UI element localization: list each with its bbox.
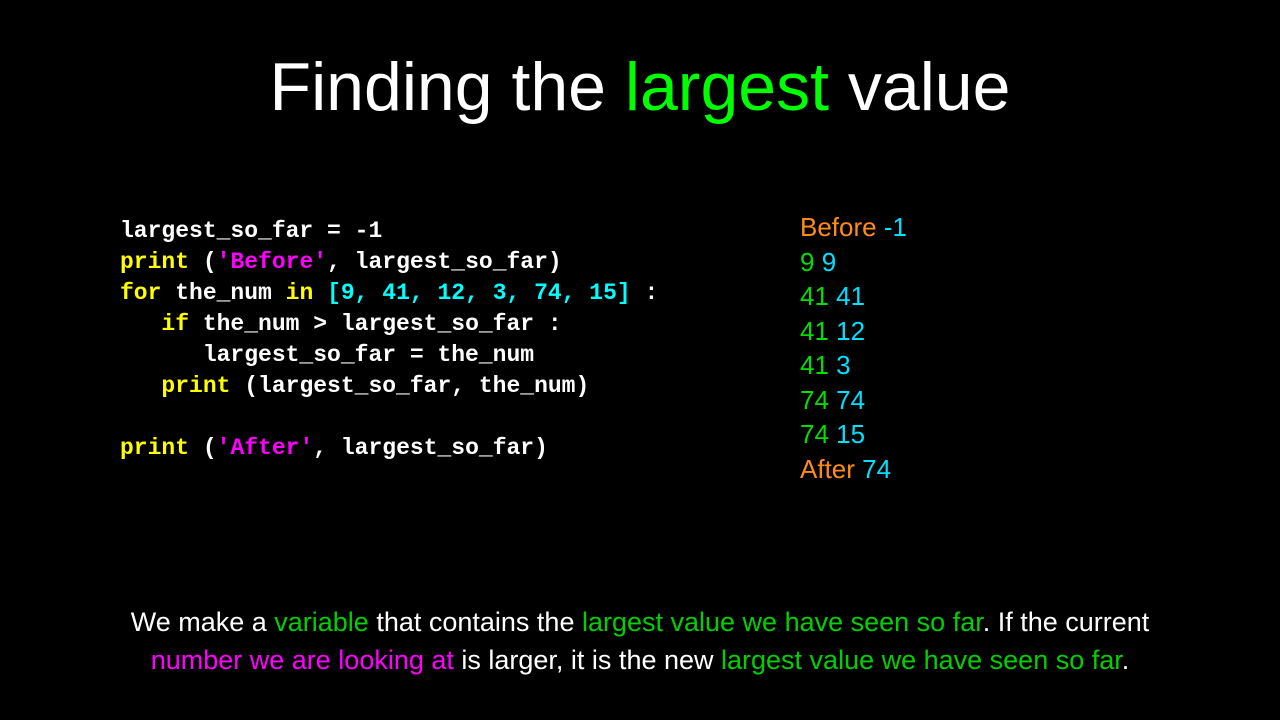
code-l3-in: in — [286, 280, 327, 306]
output-block: Before -1 9 9 41 41 41 12 41 3 74 74 74 … — [800, 210, 907, 487]
code-l8-p1: ( — [203, 435, 217, 461]
slide: Finding the largest value largest_so_far… — [0, 0, 1280, 720]
output-before-val: -1 — [884, 212, 907, 242]
cap-largest-1: largest value we have seen so far — [582, 607, 983, 637]
output-after-val: 74 — [862, 454, 891, 484]
title-text-pre: Finding the — [270, 49, 625, 125]
code-l8-comma: , — [313, 435, 341, 461]
code-l4-cond: the_num > largest_so_far : — [203, 311, 562, 337]
output-row-5: 74 74 — [800, 383, 907, 418]
output-r6-a: 74 — [800, 419, 836, 449]
code-l2-rest: , largest_so_far) — [327, 249, 562, 275]
code-l4-if: if — [120, 311, 203, 337]
output-row-6: 74 15 — [800, 417, 907, 452]
code-l3-colon: : — [631, 280, 659, 306]
code-block: largest_so_far = -1 print ('Before', lar… — [120, 216, 658, 464]
cap-p5: . If the current — [983, 607, 1150, 637]
slide-caption: We make a variable that contains the lar… — [0, 604, 1280, 680]
output-after-label: After — [800, 454, 862, 484]
cap-largest-2: largest value we have seen so far — [721, 645, 1122, 675]
code-l8-print: print — [120, 435, 203, 461]
output-row-after: After 74 — [800, 452, 907, 487]
output-row-1: 9 9 — [800, 245, 907, 280]
code-line-1: largest_so_far = -1 — [120, 218, 382, 244]
output-r3-a: 41 — [800, 316, 836, 346]
output-r2-a: 41 — [800, 281, 836, 311]
title-highlight: largest — [625, 49, 829, 125]
output-r4-a: 41 — [800, 350, 836, 380]
slide-title: Finding the largest value — [0, 48, 1280, 126]
output-r4-b: 3 — [836, 350, 850, 380]
cap-p9: . — [1122, 645, 1130, 675]
output-before-label: Before — [800, 212, 884, 242]
output-r1-b: 9 — [822, 247, 836, 277]
cap-variable: variable — [274, 607, 369, 637]
code-l3-var: the_num — [175, 280, 285, 306]
title-text-post: value — [829, 49, 1010, 125]
output-row-3: 41 12 — [800, 314, 907, 349]
output-r3-b: 12 — [836, 316, 865, 346]
code-l8-arg: largest_so_far) — [341, 435, 548, 461]
code-l6-print: print — [120, 373, 244, 399]
cap-p7: is larger, it is the new — [454, 645, 721, 675]
output-r6-b: 15 — [836, 419, 865, 449]
output-r1-a: 9 — [800, 247, 822, 277]
code-l6-args: (largest_so_far, the_num) — [244, 373, 589, 399]
output-row-before: Before -1 — [800, 210, 907, 245]
cap-number: number we are looking at — [151, 645, 454, 675]
cap-p3: that contains the — [369, 607, 582, 637]
cap-p1: We make a — [131, 607, 275, 637]
code-l2-paren: ( — [203, 249, 217, 275]
code-l2-print: print — [120, 249, 203, 275]
code-l2-str: 'Before' — [217, 249, 327, 275]
output-r2-b: 41 — [836, 281, 865, 311]
output-r5-b: 74 — [836, 385, 865, 415]
output-row-2: 41 41 — [800, 279, 907, 314]
code-l5: largest_so_far = the_num — [120, 342, 534, 368]
code-l8-str: 'After' — [217, 435, 314, 461]
code-l3-for: for — [120, 280, 175, 306]
output-row-4: 41 3 — [800, 348, 907, 383]
output-r5-a: 74 — [800, 385, 836, 415]
code-l3-list: [9, 41, 12, 3, 74, 15] — [327, 280, 631, 306]
